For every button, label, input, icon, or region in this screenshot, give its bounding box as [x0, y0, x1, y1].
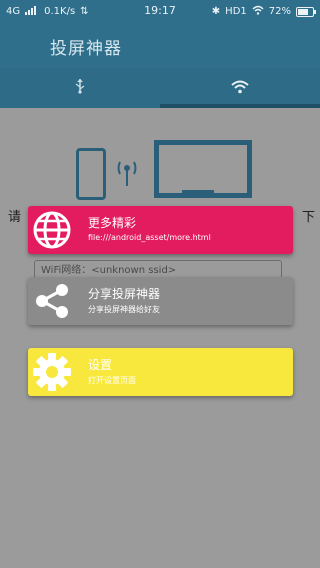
menu-item-settings[interactable]: 设置 打开设置页面	[28, 348, 293, 396]
background-text-left: 请	[8, 210, 22, 225]
battery-icon	[296, 6, 316, 17]
share-icon	[31, 280, 73, 322]
menu-item-subtitle: 分享投屏神器给好友	[88, 305, 160, 314]
status-bar: 4G 0.1K/s ⇅ 19:17 ✱ HD1 72%	[0, 0, 320, 22]
wifi-status-icon	[252, 5, 264, 18]
gear-icon	[31, 351, 73, 393]
tab-usb[interactable]	[0, 68, 160, 108]
tab-bar	[0, 68, 320, 108]
wifi-icon	[231, 79, 249, 98]
battery-percent: 72%	[268, 6, 291, 17]
menu-item-subtitle: file:///android_asset/more.html	[88, 233, 211, 242]
status-right: ✱ HD1 72%	[211, 5, 316, 18]
background-text-right: 下	[302, 210, 316, 225]
bluetooth-icon: ✱	[211, 6, 221, 17]
app-bar: 投屏神器	[0, 22, 320, 68]
app-title: 投屏神器	[50, 39, 122, 59]
phone-illustration	[76, 148, 106, 200]
menu-item-title: 设置	[88, 358, 113, 372]
globe-icon	[31, 209, 73, 251]
menu-item-share[interactable]: 分享投屏神器 分享投屏神器给好友	[28, 277, 293, 325]
hd-indicator: HD1	[225, 6, 247, 17]
monitor-stand	[182, 190, 214, 198]
tab-wifi[interactable]	[160, 68, 320, 108]
menu-item-title: 更多精彩	[88, 216, 137, 230]
menu-item-subtitle: 打开设置页面	[88, 376, 136, 385]
menu-item-more[interactable]: 更多精彩 file:///android_asset/more.html	[28, 206, 293, 254]
menu-item-title: 分享投屏神器	[88, 287, 161, 301]
antenna-icon	[116, 158, 138, 188]
usb-icon	[73, 78, 87, 98]
